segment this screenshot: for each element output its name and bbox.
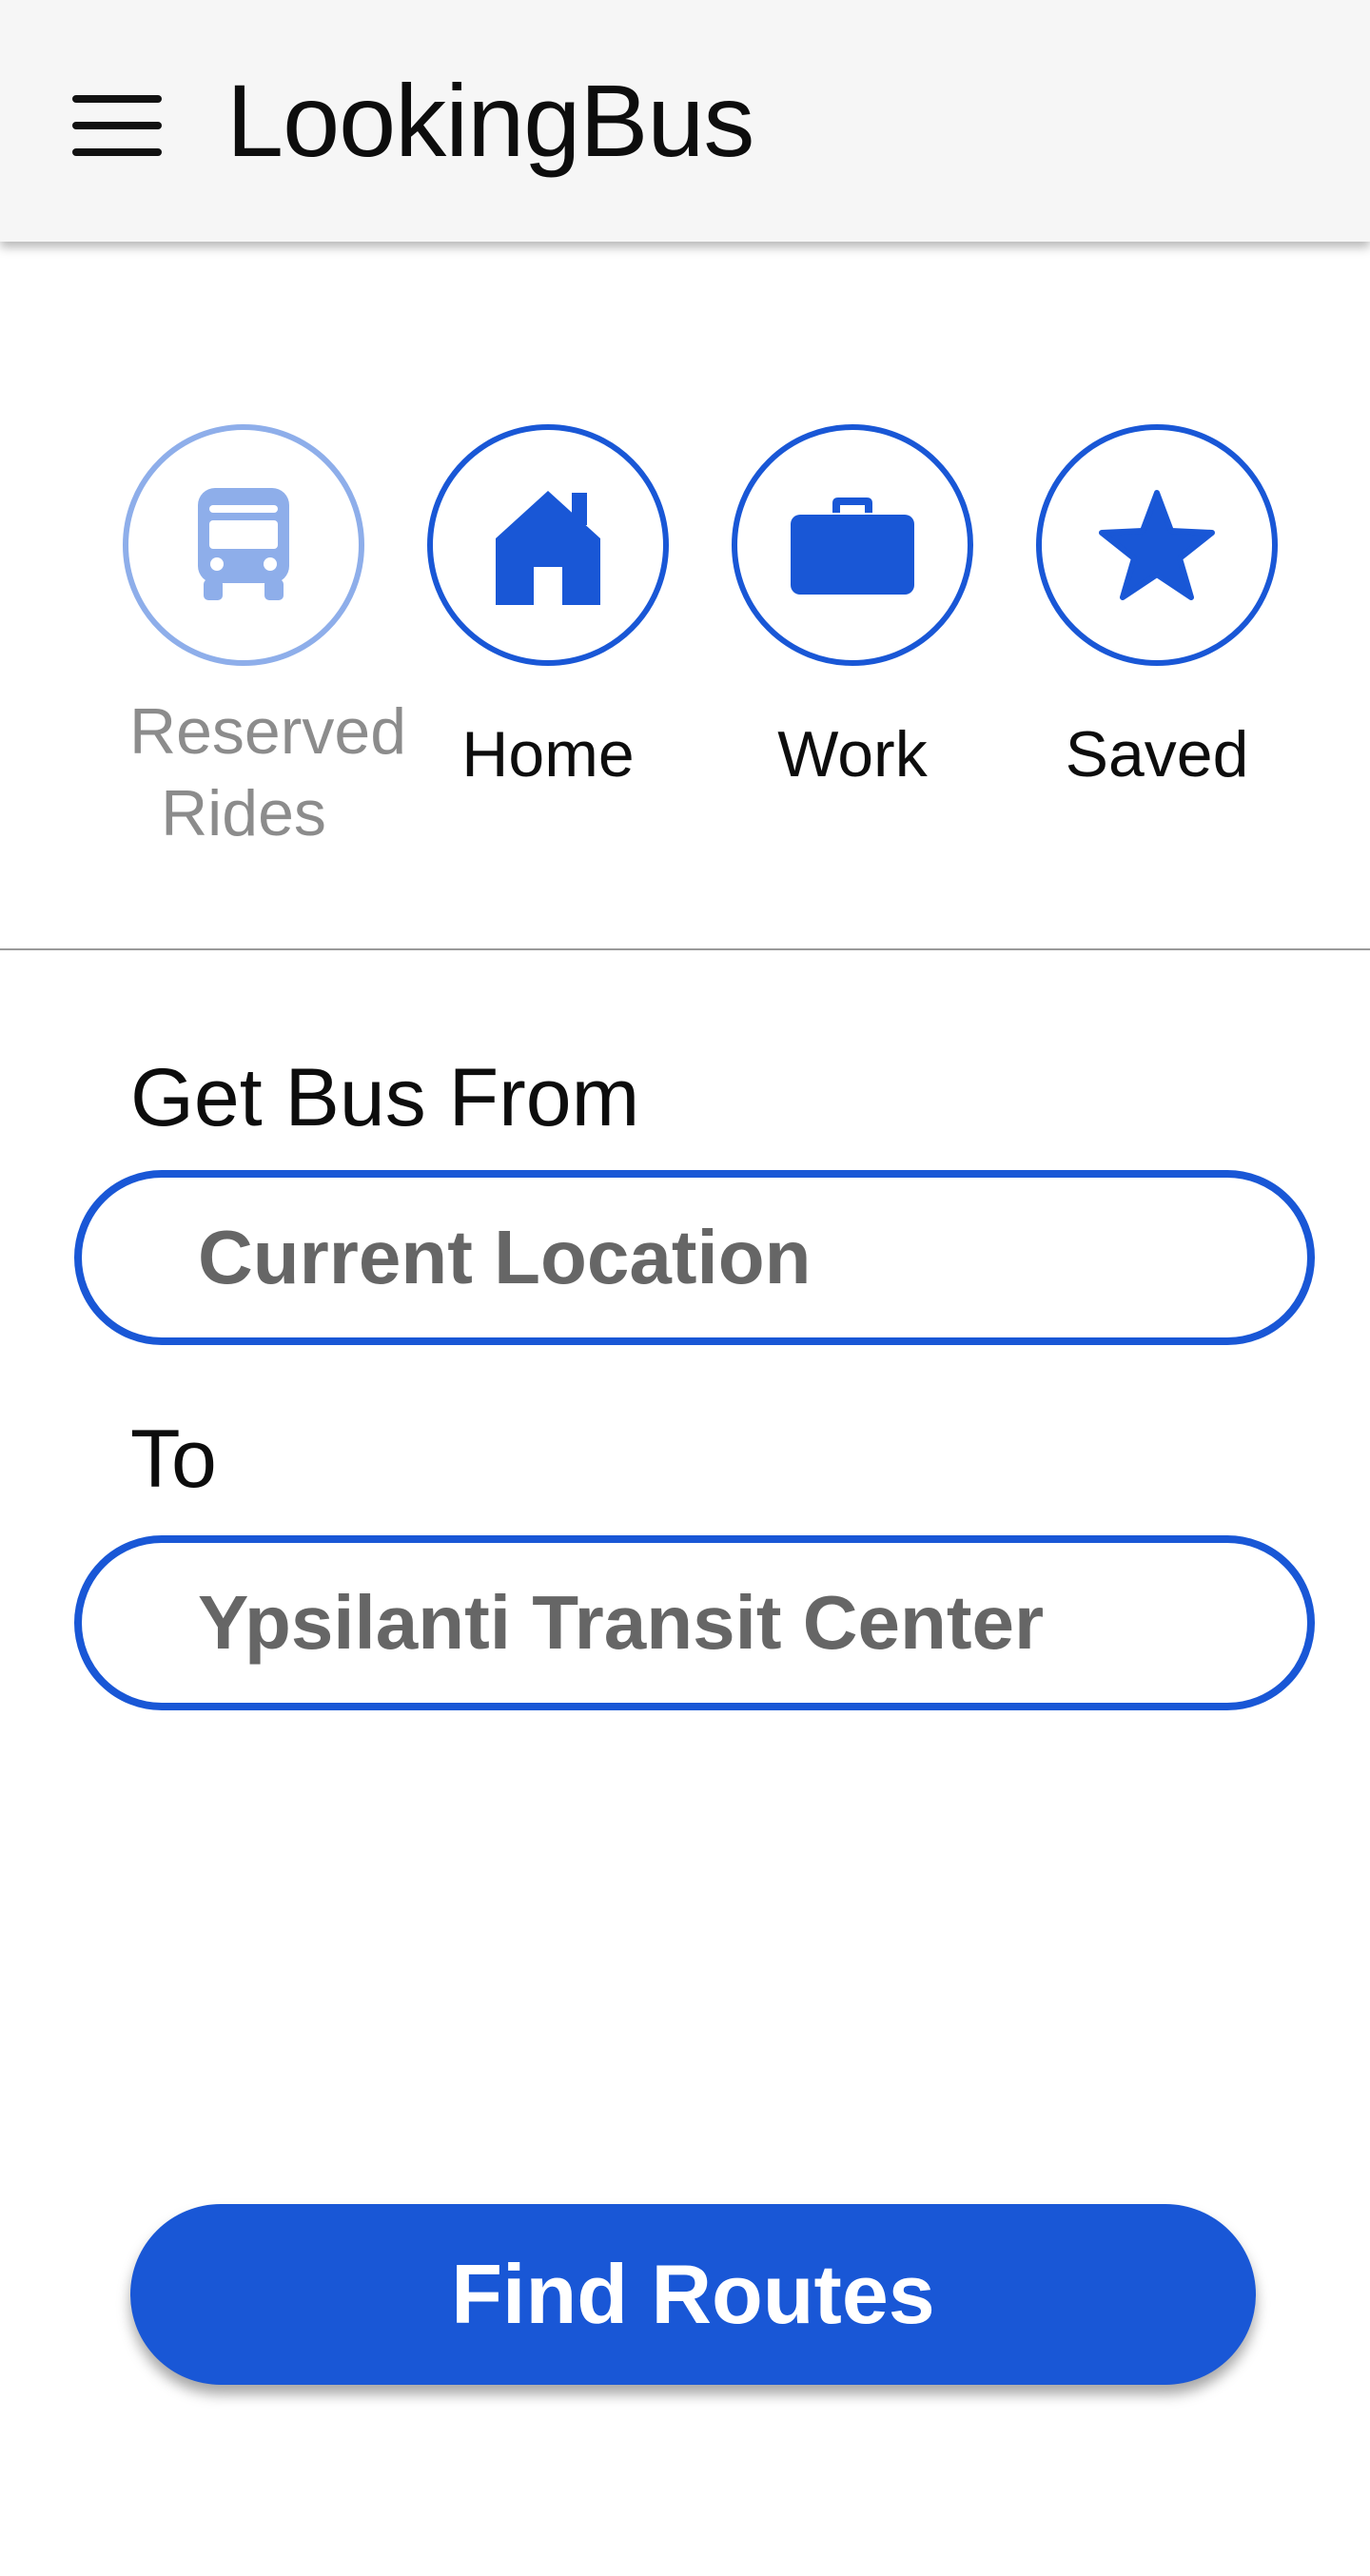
to-label: To xyxy=(130,1414,217,1505)
find-routes-label: Find Routes xyxy=(451,2247,935,2341)
saved-circle xyxy=(1036,424,1278,666)
menu-bar-line xyxy=(72,122,162,129)
from-location-value: Current Location xyxy=(198,1215,812,1299)
home-icon xyxy=(496,491,600,605)
home-label: Home xyxy=(461,718,635,790)
saved-label: Saved xyxy=(1065,718,1249,790)
reserved-rides-button[interactable]: Reserved Rides xyxy=(91,419,407,875)
briefcase-icon xyxy=(791,498,914,595)
from-label: Get Bus From xyxy=(130,1052,640,1143)
reserved-rides-circle xyxy=(123,424,364,666)
home-button[interactable]: Home xyxy=(396,419,700,875)
hamburger-menu-icon[interactable] xyxy=(57,76,171,171)
quick-destinations: Reserved Rides Home Work Saved xyxy=(0,419,1370,875)
work-circle xyxy=(732,424,973,666)
work-button[interactable]: Work xyxy=(700,419,1005,875)
section-divider xyxy=(0,948,1370,950)
home-circle xyxy=(427,424,669,666)
app-bar: LookingBus xyxy=(0,0,1370,242)
menu-bar-line xyxy=(72,95,162,103)
to-location-value: Ypsilanti Transit Center xyxy=(198,1580,1045,1665)
bus-icon xyxy=(198,488,289,600)
menu-bar-line xyxy=(72,148,162,156)
reserved-rides-label: Reserved Rides xyxy=(129,695,407,849)
work-label: Work xyxy=(777,718,928,790)
saved-button[interactable]: Saved xyxy=(1005,419,1309,875)
star-icon xyxy=(1099,490,1215,600)
from-location-input[interactable]: Current Location xyxy=(74,1170,1315,1345)
find-routes-button[interactable]: Find Routes xyxy=(130,2204,1256,2385)
app-title: LookingBus xyxy=(226,63,754,178)
to-location-input[interactable]: Ypsilanti Transit Center xyxy=(74,1535,1315,1710)
